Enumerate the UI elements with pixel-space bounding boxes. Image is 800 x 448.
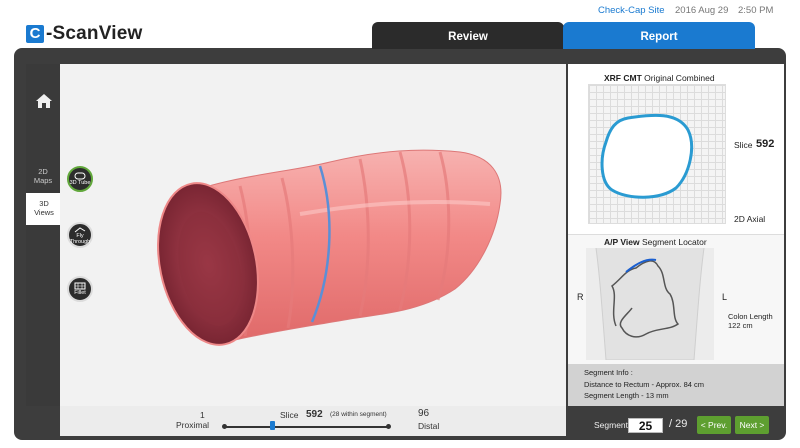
- left-nav: [26, 64, 60, 406]
- 3d-tube-label: 3D Tube: [69, 180, 91, 186]
- axial-contour: [600, 113, 694, 199]
- fillet-label: Fillet: [74, 290, 86, 296]
- segment-info-title: Segment Info :: [584, 368, 633, 377]
- segment-total: / 29: [669, 418, 688, 430]
- next-segment-button[interactable]: Next >: [735, 416, 769, 434]
- locator-left-label: L: [722, 292, 728, 302]
- slice-label: Slice: [280, 410, 299, 420]
- 3d-viewport[interactable]: [60, 64, 566, 406]
- slice-note: (28 within segment): [330, 411, 387, 418]
- axial-slice-label: Slice: [734, 140, 753, 150]
- slice-slider-thumb[interactable]: [269, 421, 275, 430]
- nav-3d-label-1: 3D: [39, 199, 49, 208]
- slice-value: 592: [306, 409, 323, 420]
- locator-right-label: R: [577, 292, 584, 302]
- slice-start-value: 1: [200, 410, 205, 420]
- logo-text: -ScanView: [46, 23, 143, 44]
- tab-review[interactable]: Review: [372, 22, 564, 49]
- app-window: C -ScanView Check-Cap Site 2016 Aug 29 2…: [0, 0, 800, 448]
- tab-report[interactable]: Report: [563, 22, 755, 49]
- colon-3d-render: [157, 149, 502, 346]
- colon-path-map: [595, 248, 705, 360]
- fly-through-icon: [74, 226, 86, 232]
- segment-info-line2: Segment Length - 13 mm: [584, 391, 669, 400]
- slice-track-start: [222, 424, 227, 429]
- logo-mark: C: [26, 25, 44, 43]
- colon-length-value: 122 cm: [728, 321, 753, 330]
- date-label: 2016 Aug 29: [675, 5, 729, 16]
- slice-track[interactable]: [224, 426, 389, 428]
- slice-end-label: Distal: [418, 421, 440, 431]
- axial-title-rest: Original Combined: [644, 73, 715, 83]
- prev-segment-button[interactable]: < Prev.: [697, 416, 731, 434]
- nav-3d-label-2: Views: [34, 208, 54, 217]
- nav-2d-label-2: Maps: [33, 176, 53, 185]
- segment-info-line1: Distance to Rectum - Approx. 84 cm: [584, 380, 705, 389]
- locator-title-rest: Segment Locator: [641, 237, 707, 247]
- segment-label: Segment: [594, 420, 629, 430]
- time-label: 2:50 PM: [738, 5, 774, 16]
- axial-title-bold: XRF CMT: [604, 73, 642, 83]
- fly-through-button[interactable]: Fly Through: [67, 222, 93, 248]
- home-icon[interactable]: [35, 93, 53, 109]
- segment-input[interactable]: 25: [628, 418, 663, 433]
- fillet-icon: [74, 282, 86, 290]
- locator-title: A/P View Segment Locator: [604, 237, 707, 247]
- fillet-button[interactable]: Fillet: [67, 276, 93, 302]
- slice-end-value: 96: [418, 408, 430, 419]
- app-logo: C -ScanView: [26, 23, 143, 44]
- colon-length-label: Colon Length: [728, 312, 773, 321]
- through-label: Through: [69, 238, 91, 245]
- locator-title-bold: A/P View: [604, 237, 640, 247]
- check-cap-site-link[interactable]: Check-Cap Site: [598, 5, 665, 16]
- slice-start-label: Proximal: [176, 420, 210, 430]
- axial-view-label: 2D Axial: [734, 214, 766, 224]
- nav-2d-label-1: 2D: [38, 167, 48, 176]
- nav-3d-views[interactable]: 3D Views: [26, 193, 62, 225]
- slice-track-end: [386, 424, 391, 429]
- tube-icon: [74, 172, 86, 180]
- 3d-tube-button[interactable]: 3D Tube: [67, 166, 93, 192]
- nav-2d-maps[interactable]: 2D Maps: [26, 163, 60, 193]
- axial-title: XRF CMT Original Combined: [604, 73, 715, 83]
- axial-slice-value: 592: [756, 138, 775, 150]
